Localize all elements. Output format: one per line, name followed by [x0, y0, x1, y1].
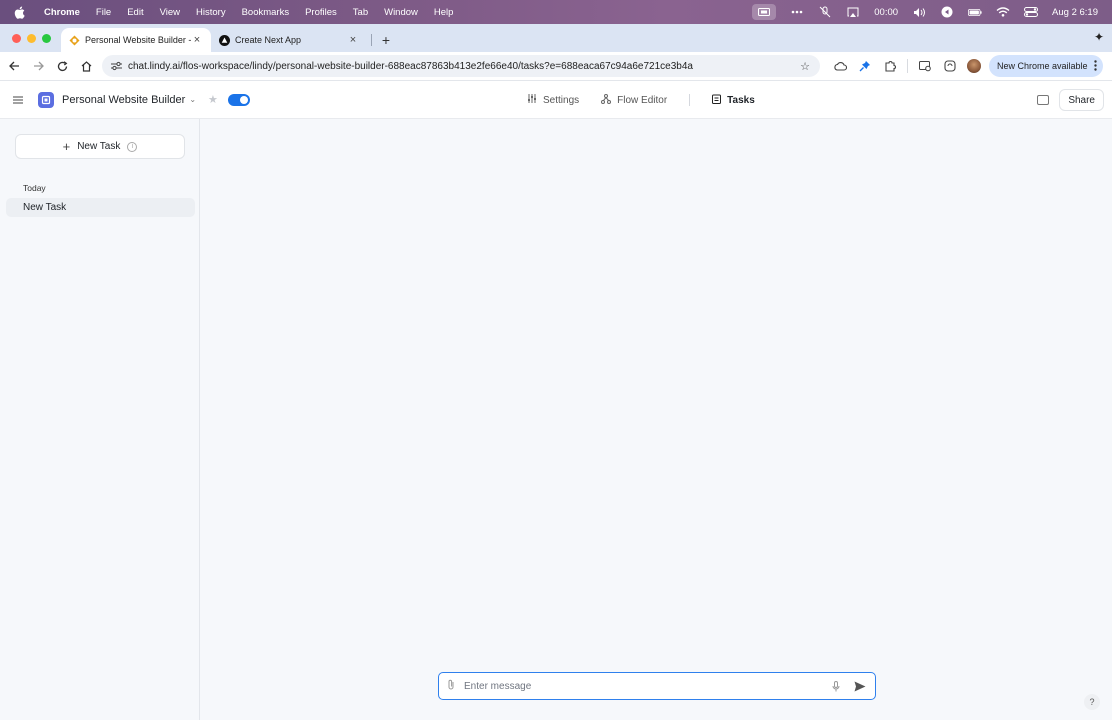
- cloud-extension-icon[interactable]: [832, 58, 848, 74]
- profile-avatar[interactable]: [967, 59, 981, 73]
- tab-personal-website-builder[interactable]: Personal Website Builder - N ×: [61, 28, 211, 52]
- menu-window[interactable]: Window: [376, 7, 426, 18]
- info-icon[interactable]: i: [127, 141, 138, 152]
- site-settings-icon[interactable]: [110, 60, 122, 72]
- tab-flow-editor[interactable]: Flow Editor: [601, 93, 668, 107]
- reload-icon[interactable]: [50, 54, 74, 78]
- lindy-favicon-icon: [69, 35, 80, 46]
- tab-title: Personal Website Builder - N: [85, 35, 191, 45]
- browser-toolbar: chat.lindy.ai/flos-workspace/lindy/perso…: [0, 52, 1112, 81]
- sync-extension-icon[interactable]: [942, 58, 958, 74]
- mic-muted-icon[interactable]: [818, 6, 832, 18]
- tasks-sidebar: + New Task i Today New Task: [0, 119, 200, 720]
- terminal-icon[interactable]: [1037, 95, 1050, 105]
- hamburger-menu-icon[interactable]: [0, 96, 36, 104]
- close-tab-icon[interactable]: ×: [347, 34, 359, 46]
- rewind-icon[interactable]: [940, 6, 954, 18]
- tab-flow-editor-label: Flow Editor: [617, 94, 668, 106]
- flow-icon: [601, 93, 612, 107]
- app-header: Personal Website Builder ⌄ ★ Settings Fl…: [0, 81, 1112, 119]
- tab-settings[interactable]: Settings: [527, 94, 579, 106]
- agent-enabled-toggle[interactable]: [227, 93, 250, 106]
- gemini-sparkle-icon[interactable]: ✦: [1094, 30, 1104, 44]
- menu-profiles[interactable]: Profiles: [297, 7, 345, 18]
- window-controls: [0, 34, 61, 52]
- nav-divider: [689, 94, 691, 106]
- control-center-icon[interactable]: [1024, 6, 1039, 18]
- share-button[interactable]: Share: [1059, 89, 1104, 111]
- agent-logo-icon: [38, 91, 54, 108]
- menu-history[interactable]: History: [188, 7, 234, 18]
- pin-extension-icon[interactable]: [857, 58, 873, 74]
- menu-bookmarks[interactable]: Bookmarks: [234, 7, 298, 18]
- app-nav-tabs: Settings Flow Editor Tasks: [527, 81, 777, 119]
- wifi-icon[interactable]: [996, 6, 1010, 18]
- microphone-icon[interactable]: [829, 680, 843, 692]
- menu-tab[interactable]: Tab: [345, 7, 376, 18]
- new-tab-plus-icon[interactable]: +: [376, 30, 396, 50]
- bookmark-star-icon[interactable]: ☆: [798, 60, 812, 73]
- macos-menu-bar: Chrome File Edit View History Bookmarks …: [0, 0, 1112, 24]
- screen-mirror-icon[interactable]: [846, 6, 860, 18]
- more-dots-icon[interactable]: [790, 6, 804, 18]
- tab-settings-label: Settings: [543, 94, 580, 106]
- chevron-down-icon[interactable]: ⌄: [189, 95, 196, 104]
- paperclip-icon[interactable]: [447, 679, 459, 693]
- browser-tab-strip: Personal Website Builder - N × Create Ne…: [0, 24, 1112, 52]
- address-bar[interactable]: chat.lindy.ai/flos-workspace/lindy/perso…: [102, 55, 820, 77]
- menu-app-name[interactable]: Chrome: [36, 7, 88, 18]
- reading-list-icon[interactable]: [917, 58, 933, 74]
- minimize-window-button[interactable]: [27, 34, 36, 43]
- toolbar-divider: [907, 59, 908, 73]
- vercel-favicon-icon: [219, 34, 230, 46]
- task-main-area: ?: [201, 119, 1112, 720]
- menu-help[interactable]: Help: [426, 7, 462, 18]
- sliders-icon: [527, 94, 537, 106]
- tab-tasks-label: Tasks: [727, 94, 755, 106]
- update-label: New Chrome available: [997, 61, 1088, 71]
- new-chrome-available-button[interactable]: New Chrome available: [989, 55, 1103, 77]
- apple-icon[interactable]: [12, 5, 26, 19]
- back-arrow-icon[interactable]: [2, 54, 26, 78]
- puzzle-extensions-icon[interactable]: [882, 58, 898, 74]
- url-text: chat.lindy.ai/flos-workspace/lindy/perso…: [128, 60, 693, 72]
- new-task-button[interactable]: + New Task i: [15, 134, 185, 159]
- home-icon[interactable]: [74, 54, 98, 78]
- volume-icon[interactable]: [912, 6, 926, 18]
- section-label-today: Today: [23, 183, 46, 193]
- kebab-menu-icon[interactable]: [1093, 59, 1097, 73]
- clock-readout: 00:00: [874, 6, 899, 18]
- close-tab-icon[interactable]: ×: [191, 34, 203, 46]
- message-input[interactable]: [464, 680, 829, 692]
- list-item[interactable]: New Task: [6, 198, 195, 217]
- help-button[interactable]: ?: [1084, 694, 1100, 710]
- agent-name[interactable]: Personal Website Builder: [62, 94, 185, 106]
- menu-edit[interactable]: Edit: [119, 7, 151, 18]
- plus-icon: +: [62, 139, 71, 154]
- menu-file[interactable]: File: [88, 7, 119, 18]
- screen-share-icon[interactable]: [752, 4, 777, 20]
- menu-view[interactable]: View: [152, 7, 188, 18]
- tab-create-next-app[interactable]: Create Next App ×: [211, 28, 367, 52]
- message-composer: [438, 672, 876, 700]
- tab-divider: [371, 34, 372, 46]
- send-icon[interactable]: [853, 681, 867, 692]
- close-window-button[interactable]: [12, 34, 21, 43]
- date-time-readout: Aug 2 6:19: [1052, 6, 1098, 18]
- forward-arrow-icon[interactable]: [26, 54, 50, 78]
- favorite-star-icon[interactable]: ★: [208, 93, 218, 106]
- battery-icon[interactable]: [968, 6, 982, 18]
- tab-tasks[interactable]: Tasks: [712, 94, 755, 107]
- new-task-label: New Task: [77, 141, 121, 152]
- zoom-window-button[interactable]: [42, 34, 51, 43]
- clipboard-icon: [712, 94, 722, 107]
- tab-title: Create Next App: [235, 35, 302, 45]
